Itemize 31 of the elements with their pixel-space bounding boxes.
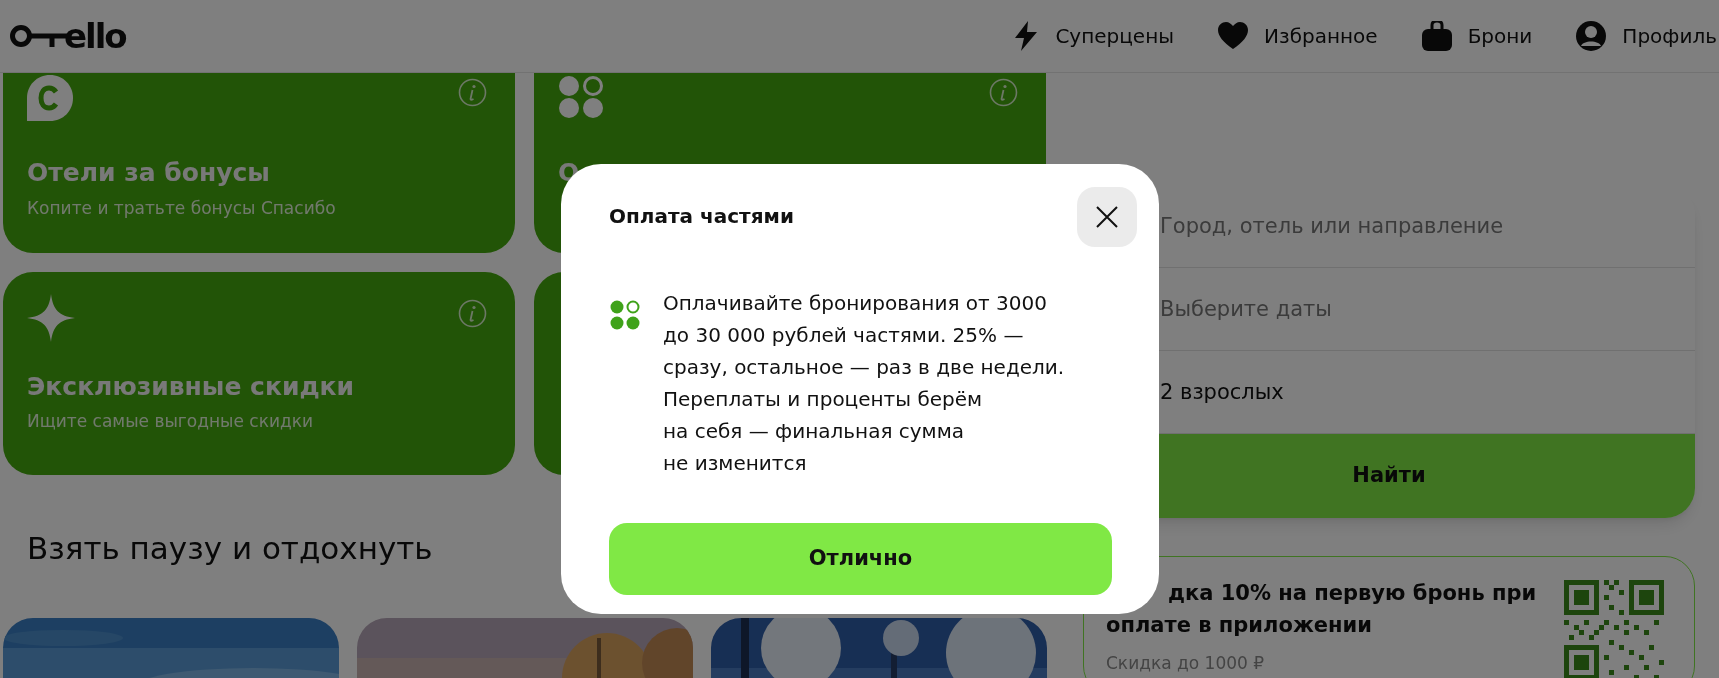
bolt-icon	[1013, 21, 1040, 51]
chat-coin-icon	[27, 75, 73, 121]
modal-text: Оплачивайте бронирования от 3000 до 30 000 рублей частями. 25% — сразу, остальное — раз в две недели. Переплаты и проценты берём на себя — финальная сумма не изменится	[663, 290, 1065, 477]
info-icon[interactable]	[989, 78, 1018, 107]
logo[interactable]: ello	[10, 19, 126, 53]
nav-link[interactable]: Суперцены	[1013, 21, 1175, 51]
promo-card[interactable]: дка 10% на первую бронь при оплате в приложении Скидка до 1000 ₽	[1083, 556, 1695, 678]
qr-code-icon	[1564, 580, 1664, 678]
section-title: Взять паузу и отдохнуть	[27, 533, 433, 564]
promo-title: оплате в приложении	[1106, 615, 1372, 636]
bag-icon	[1421, 21, 1452, 51]
close-icon	[1095, 205, 1119, 229]
four-dots-icon	[610, 300, 640, 330]
ok-button[interactable]: Отлично	[609, 523, 1112, 595]
profile-icon	[1576, 21, 1607, 51]
four-dots-icon	[558, 75, 604, 119]
promo-subtitle: Скидка до 1000 ₽	[1106, 655, 1265, 672]
modal-title: Оплата частями	[609, 206, 794, 226]
sparkle-icon	[27, 294, 75, 342]
nav-link[interactable]: Брони	[1421, 21, 1533, 51]
card-title: Отели за бонусы	[27, 160, 270, 185]
card-subtitle: Ищите самые выгодные скидки	[27, 413, 314, 430]
nav-link[interactable]: Профиль	[1576, 21, 1717, 51]
info-icon[interactable]	[458, 299, 487, 328]
card-title: Эксклюзивные скидки	[27, 374, 355, 399]
promo-title: дка 10% на первую бронь при	[1168, 583, 1537, 604]
nav-link[interactable]: Избранное	[1218, 21, 1378, 51]
info-icon[interactable]	[458, 78, 487, 107]
heart-icon	[1218, 22, 1249, 50]
close-button[interactable]	[1077, 187, 1137, 247]
card-subtitle: Копите и тратьте бонусы Спасибо	[27, 200, 336, 217]
